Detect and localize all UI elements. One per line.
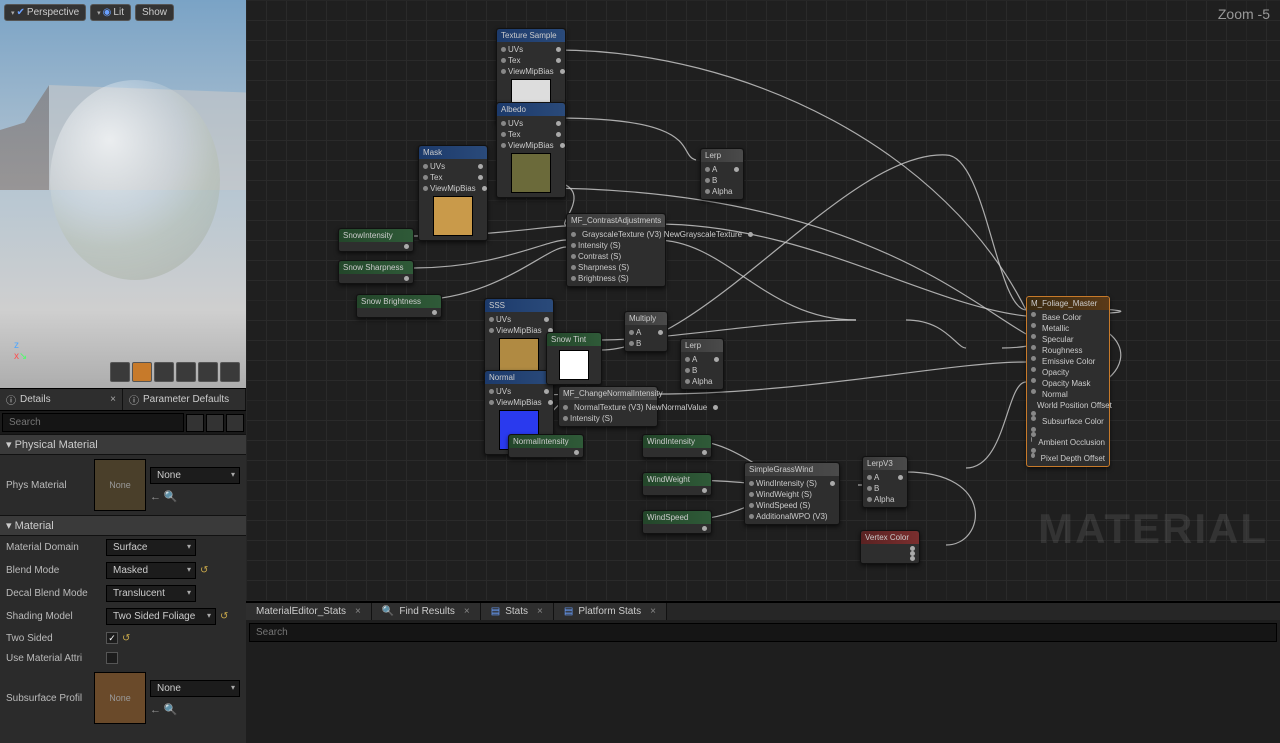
reset-icon[interactable]: ↺ <box>200 565 208 576</box>
tab-parameter-defaults[interactable]: ⓘParameter Defaults <box>123 389 246 410</box>
preview-shape-mesh[interactable] <box>198 362 218 382</box>
close-icon[interactable]: × <box>650 606 656 617</box>
node-mask[interactable]: Mask UVs Tex ViewMipBias <box>418 145 488 241</box>
browse-back-icon[interactable]: ← <box>150 704 161 716</box>
preview-shape-cylinder[interactable] <box>110 362 130 382</box>
tab-material-editor-stats[interactable]: MaterialEditor_Stats× <box>246 603 372 620</box>
tab-stats[interactable]: ▤Stats× <box>481 603 554 620</box>
use-material-attr-checkbox[interactable] <box>106 652 118 664</box>
two-sided-label: Two Sided <box>6 633 106 644</box>
grid-view-icon[interactable] <box>226 414 244 432</box>
zoom-label: Zoom -5 <box>1218 6 1270 22</box>
tab-platform-stats[interactable]: ▤Platform Stats× <box>554 603 667 620</box>
reset-icon[interactable]: ↺ <box>122 633 130 644</box>
info-icon: ⓘ <box>6 392 16 407</box>
node-wind-weight[interactable]: WindWeight <box>642 472 712 496</box>
node-simple-grass-wind[interactable]: SimpleGrassWind WindIntensity (S) WindWe… <box>744 462 840 525</box>
decal-blend-dropdown[interactable]: Translucent <box>106 585 196 602</box>
node-wind-intensity[interactable]: WindIntensity <box>642 434 712 458</box>
preview-shape-custom[interactable] <box>220 362 240 382</box>
node-lerp-wind[interactable]: LerpV3 A B Alpha <box>862 456 908 508</box>
axis-gizmo: zx↘ <box>14 340 27 362</box>
node-snow-brightness[interactable]: Snow Brightness <box>356 294 442 318</box>
node-snow-sharpness[interactable]: Snow Sharpness <box>338 260 414 284</box>
search-icon[interactable]: 🔍 <box>164 491 178 503</box>
list-view-icon[interactable] <box>206 414 224 432</box>
tab-details[interactable]: ⓘDetails× <box>0 389 123 410</box>
subsurface-dropdown[interactable]: None <box>150 680 240 697</box>
bottom-search-input[interactable] <box>249 623 1277 642</box>
tab-find-results[interactable]: 🔍Find Results× <box>372 603 481 620</box>
preview-shape-cube[interactable] <box>176 362 196 382</box>
close-icon[interactable]: × <box>464 606 470 617</box>
info-icon: ⓘ <box>129 392 139 407</box>
preview-shape-plane[interactable] <box>154 362 174 382</box>
section-material[interactable]: ▾ Material <box>0 515 246 536</box>
material-domain-label: Material Domain <box>6 542 106 553</box>
subsurface-swatch[interactable]: None <box>94 672 146 724</box>
node-snow-tint[interactable]: Snow Tint <box>546 332 602 385</box>
subsurface-profile-label: Subsurface Profil <box>6 693 94 704</box>
close-icon[interactable]: × <box>355 606 361 617</box>
material-domain-dropdown[interactable]: Surface <box>106 539 196 556</box>
node-contrast-adjustments[interactable]: MF_ContrastAdjustments GrayscaleTexture … <box>566 213 666 287</box>
decal-blend-label: Decal Blend Mode <box>6 588 106 599</box>
details-search-input[interactable] <box>2 413 184 432</box>
perspective-button[interactable]: ▾✔Perspective <box>4 4 86 21</box>
lit-button[interactable]: ▾◉Lit <box>90 4 131 21</box>
phys-material-label: Phys Material <box>6 480 94 491</box>
blend-mode-label: Blend Mode <box>6 565 106 576</box>
browse-back-icon[interactable]: ← <box>150 491 161 503</box>
node-change-normal[interactable]: MF_ChangeNormalIntensity NormalTexture (… <box>558 386 658 427</box>
stats-icon: ▤ <box>491 606 500 617</box>
close-icon[interactable]: × <box>110 394 116 405</box>
preview-shape-sphere[interactable] <box>132 362 152 382</box>
node-material-output[interactable]: M_Foliage_Master Base Color Metallic Spe… <box>1026 296 1110 467</box>
section-physical-material[interactable]: ▾ Physical Material <box>0 434 246 455</box>
node-snow-intensity[interactable]: SnowIntensity <box>338 228 414 252</box>
use-material-attr-label: Use Material Attri <box>6 653 106 664</box>
node-lerp-mid[interactable]: Lerp A B Alpha <box>680 338 724 390</box>
node-albedo[interactable]: Albedo UVs Tex ViewMipBias <box>496 102 566 198</box>
node-wind-speed[interactable]: WindSpeed <box>642 510 712 534</box>
node-lerp-top[interactable]: Lerp A B Alpha <box>700 148 744 200</box>
show-button[interactable]: Show <box>135 4 174 21</box>
search-icon: 🔍 <box>382 606 394 617</box>
node-multiply[interactable]: Multiply A B <box>624 311 668 352</box>
material-preview-viewport[interactable]: ▾✔Perspective ▾◉Lit Show zx↘ <box>0 0 246 388</box>
phys-material-dropdown[interactable]: None <box>150 467 240 484</box>
stats-icon: ▤ <box>564 606 573 617</box>
phys-material-swatch[interactable]: None <box>94 459 146 511</box>
shading-model-label: Shading Model <box>6 611 106 622</box>
reset-icon[interactable]: ↺ <box>220 611 228 622</box>
close-icon[interactable]: × <box>537 606 543 617</box>
two-sided-checkbox[interactable]: ✓ <box>106 632 118 644</box>
watermark: MATERIAL <box>1038 505 1268 553</box>
shading-model-dropdown[interactable]: Two Sided Foliage <box>106 608 216 625</box>
blend-mode-dropdown[interactable]: Masked <box>106 562 196 579</box>
node-normal-intensity[interactable]: NormalIntensity <box>508 434 584 458</box>
material-graph[interactable]: Zoom -5 MATERIAL <box>246 0 1280 601</box>
search-icon[interactable]: 🔍 <box>164 704 178 716</box>
view-options-icon[interactable] <box>186 414 204 432</box>
node-vertex-color[interactable]: Vertex Color <box>860 530 920 564</box>
